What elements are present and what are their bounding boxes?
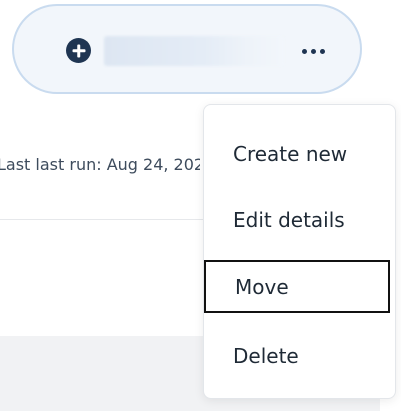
menu-item-label: Edit details <box>233 208 345 232</box>
last-run-label: Last last run: Aug 24, 2023 <box>0 155 200 174</box>
page: Last last run: Aug 24, 2023 Create new E… <box>0 0 401 411</box>
menu-item-edit-details[interactable]: Edit details <box>204 195 395 245</box>
more-horizontal-icon <box>301 48 307 54</box>
options-dropdown-menu: Create new Edit details Move Delete <box>203 104 396 399</box>
item-header-pill <box>12 4 362 94</box>
more-horizontal-icon <box>319 48 325 54</box>
more-horizontal-icon <box>310 48 316 54</box>
last-run-text: Last last run: Aug 24, 2023 <box>0 155 200 179</box>
menu-item-move[interactable]: Move <box>204 260 390 313</box>
menu-item-create-new[interactable]: Create new <box>204 129 395 179</box>
redacted-title <box>104 36 284 66</box>
more-options-button[interactable] <box>296 39 330 63</box>
menu-item-label: Delete <box>233 344 299 368</box>
plus-circle-icon[interactable] <box>66 38 91 63</box>
menu-item-delete[interactable]: Delete <box>204 331 395 381</box>
menu-item-label: Create new <box>233 142 348 166</box>
menu-item-label: Move <box>235 274 289 299</box>
divider <box>0 219 210 220</box>
